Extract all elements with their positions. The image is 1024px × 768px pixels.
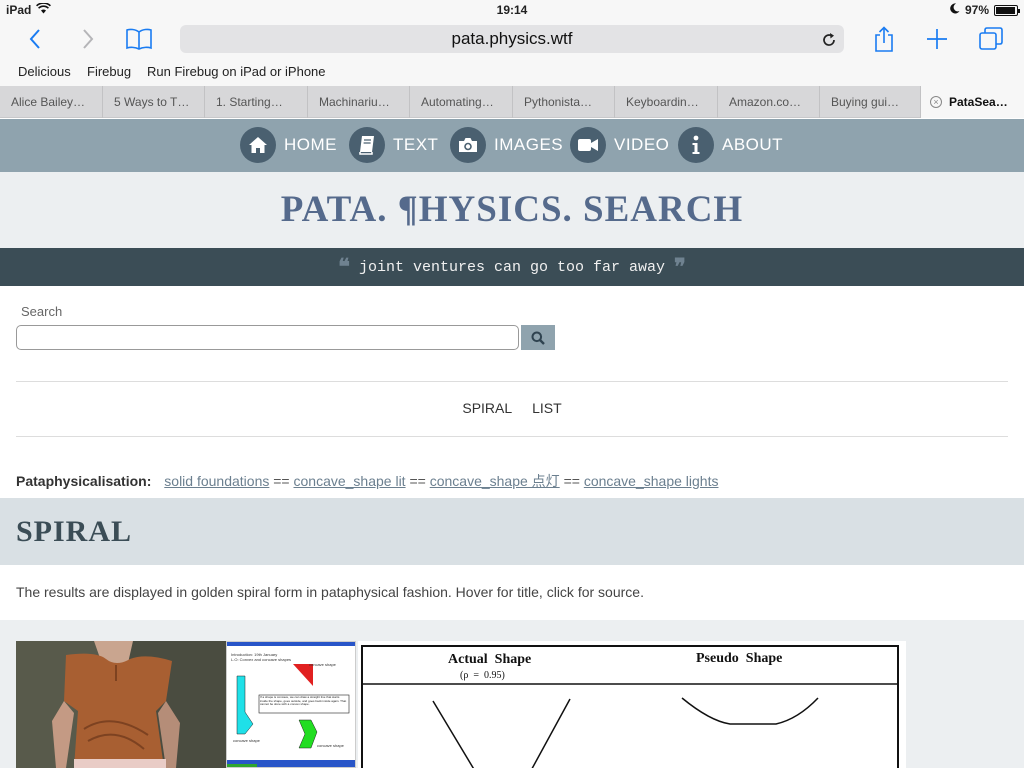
search-button[interactable] xyxy=(521,325,555,350)
plot-actual-label: Actual Shape xyxy=(448,652,532,667)
chevron-left-icon xyxy=(29,29,40,49)
browser-tab[interactable]: 5 Ways to T… xyxy=(103,86,205,118)
tab-bar: Alice Bailey… 5 Ways to T… 1. Starting… … xyxy=(0,86,1024,118)
browser-tab[interactable]: Automating… xyxy=(410,86,513,118)
browser-tab-active[interactable]: × PataSea… xyxy=(921,86,1024,118)
address-bar[interactable]: pata.physics.wtf xyxy=(180,25,844,53)
favorite-firebug[interactable]: Firebug xyxy=(87,64,131,79)
url-text: pata.physics.wtf xyxy=(451,29,573,48)
section-header: SPIRAL xyxy=(0,498,1024,565)
chevron-right-icon xyxy=(83,29,94,49)
search-icon xyxy=(531,331,545,345)
forward-button[interactable] xyxy=(73,24,103,54)
nav-about-label: ABOUT xyxy=(722,135,784,154)
clock: 19:14 xyxy=(496,3,528,17)
browser-tab[interactable]: Pythonista… xyxy=(513,86,615,118)
term-link[interactable]: concave_shape lights xyxy=(584,473,719,489)
search-input[interactable] xyxy=(16,325,519,350)
result-shape-plot[interactable]: Actual Shape (ρ = 0.95) Pseudo Shape xyxy=(358,641,906,768)
nav-video[interactable]: VIDEO xyxy=(570,127,669,163)
info-icon xyxy=(678,127,714,163)
tabs-overview-button[interactable] xyxy=(976,24,1006,54)
result-diagram[interactable]: Introduction: 19th January L.O: Convex a… xyxy=(226,641,356,768)
diagram-note: If a shape is concave, we can draw a str… xyxy=(260,696,347,707)
term-separator: == xyxy=(563,473,580,489)
quote-text: joint ventures can go too far away xyxy=(358,258,666,276)
nav-home[interactable]: HOME xyxy=(240,127,337,163)
diagram-header: Introduction: 19th January L.O: Convex a… xyxy=(231,652,291,662)
book-icon xyxy=(126,28,152,50)
site-header: PATA. ¶HYSICS. SEARCH xyxy=(0,172,1024,248)
spiral-view-link[interactable]: SPIRAL xyxy=(462,400,512,416)
nav-home-label: HOME xyxy=(284,135,337,154)
home-icon xyxy=(240,127,276,163)
nav-images[interactable]: IMAGES xyxy=(450,127,563,163)
plot-rho-label: (ρ = 0.95) xyxy=(460,670,505,681)
nav-video-label: VIDEO xyxy=(614,135,670,154)
section-description: The results are displayed in golden spir… xyxy=(16,584,644,600)
browser-tab[interactable]: Keyboardin… xyxy=(615,86,718,118)
browser-tab[interactable]: 1. Starting… xyxy=(205,86,308,118)
nav-text[interactable]: TEXT xyxy=(349,127,438,163)
term-separator: == xyxy=(409,473,426,489)
diagram-header-line: L.O: Convex and concave shapes xyxy=(231,657,292,662)
status-bar: iPad 19:14 97% xyxy=(0,0,1024,20)
term-link[interactable]: concave_shape lit xyxy=(294,473,406,489)
nav-about[interactable]: ABOUT xyxy=(678,127,783,163)
close-tab-icon[interactable]: × xyxy=(930,96,942,108)
plus-icon xyxy=(927,29,947,49)
share-icon xyxy=(875,26,893,52)
reload-icon[interactable] xyxy=(820,30,838,48)
search-label: Search xyxy=(21,304,63,319)
diagram-label-right: concave shape xyxy=(317,743,344,748)
tabs-icon xyxy=(979,27,1003,50)
term-link[interactable]: solid foundations xyxy=(164,473,269,489)
quote-bar: ❝ joint ventures can go too far away ❞ xyxy=(0,248,1024,286)
browser-tab[interactable]: Amazon.co… xyxy=(718,86,820,118)
list-view-link[interactable]: LIST xyxy=(532,400,562,416)
bookmarks-button[interactable] xyxy=(124,24,154,54)
open-quote-icon: ❝ xyxy=(338,254,350,279)
site-title[interactable]: PATA. ¶HYSICS. SEARCH xyxy=(0,172,1024,248)
favorite-run-firebug[interactable]: Run Firebug on iPad or iPhone xyxy=(147,64,326,79)
browser-tab[interactable]: Machinariu… xyxy=(308,86,410,118)
browser-tab[interactable]: Alice Bailey… xyxy=(0,86,103,118)
moon-icon xyxy=(950,3,960,17)
battery-percent: 97% xyxy=(964,3,989,17)
site-nav: HOME TEXT IMAGES VIDEO ABOUT xyxy=(0,119,1024,172)
diagram-label-top: concave shape xyxy=(309,662,336,667)
divider xyxy=(16,381,1008,382)
battery-icon xyxy=(994,4,1020,16)
favorite-delicious[interactable]: Delicious xyxy=(18,64,71,79)
nav-text-label: TEXT xyxy=(393,135,439,154)
close-quote-icon: ❞ xyxy=(674,254,686,279)
pataphysicalisation: Pataphysicalisation: solid foundations =… xyxy=(16,471,718,491)
favorites-bar: Delicious Firebug Run Firebug on iPad or… xyxy=(0,60,1024,86)
browser-tab[interactable]: Buying gui… xyxy=(820,86,921,118)
video-camera-icon xyxy=(570,127,606,163)
pataphysicalisation-label: Pataphysicalisation: xyxy=(16,473,152,489)
new-tab-button[interactable] xyxy=(922,24,952,54)
active-tab-label: PataSea… xyxy=(949,95,1008,109)
section-title: SPIRAL xyxy=(16,515,133,548)
result-photo[interactable] xyxy=(16,641,226,768)
back-button[interactable] xyxy=(20,24,50,54)
book-icon xyxy=(349,127,385,163)
share-button[interactable] xyxy=(869,24,899,54)
divider xyxy=(16,436,1008,437)
camera-icon xyxy=(450,127,486,163)
view-switcher: SPIRAL LIST xyxy=(0,400,1024,416)
plot-pseudo-label: Pseudo Shape xyxy=(696,651,783,666)
battery-fill xyxy=(996,6,1016,14)
nav-images-label: IMAGES xyxy=(494,135,564,154)
term-separator: == xyxy=(273,473,290,489)
diagram-label-left: concave shape xyxy=(233,738,260,743)
term-link[interactable]: concave_shape 点灯 xyxy=(430,473,560,489)
browser-toolbar: pata.physics.wtf xyxy=(0,20,1024,60)
